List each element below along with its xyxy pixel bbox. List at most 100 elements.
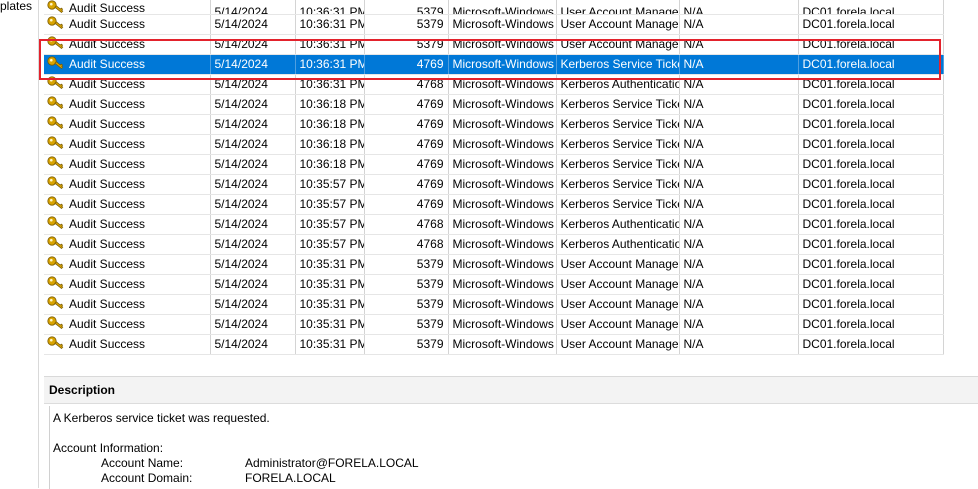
event-source: Microsoft-Windows — [452, 137, 554, 151]
event-row[interactable]: Audit Success 5/14/2024 10:35:57 PM 4768 Mic… — [44, 234, 944, 255]
event-time-cell: 10:35:57 PM — [295, 214, 365, 235]
event-row[interactable]: Audit Success 5/14/2024 10:36:18 PM 4769 Mic… — [44, 154, 944, 175]
event-opcode: N/A — [683, 257, 704, 271]
event-time-cell: 10:36:31 PM — [295, 54, 365, 75]
event-time: 10:36:18 PM — [299, 117, 364, 131]
event-time-cell: 10:36:18 PM — [295, 94, 365, 115]
event-source-cell: Microsoft-Windows — [448, 54, 557, 75]
event-computer: DC01.forela.local — [802, 337, 895, 351]
event-row[interactable]: Audit Success 5/14/2024 10:36:18 PM 4769 Mic… — [44, 114, 944, 135]
event-date-cell: 5/14/2024 — [210, 194, 296, 215]
event-row[interactable]: Audit Success 5/14/2024 10:35:31 PM 5379 Mic… — [44, 294, 944, 315]
event-level-cell: Audit Success — [44, 314, 211, 335]
description-body[interactable]: A Kerberos service ticket was requested.… — [49, 406, 978, 489]
event-computer: DC01.forela.local — [802, 117, 895, 131]
navigation-label[interactable]: plates — [0, 0, 32, 12]
event-task-category: Kerberos Service Ticket — [560, 57, 679, 71]
event-id-cell: 4769 — [364, 114, 449, 135]
description-pane: Description A Kerberos service ticket wa… — [44, 376, 978, 489]
event-date-cell: 5/14/2024 — [210, 254, 296, 275]
event-id-cell: 5379 — [364, 314, 449, 335]
event-date: 5/14/2024 — [214, 177, 268, 191]
event-id-cell: 4768 — [364, 74, 449, 95]
event-time-cell: 10:35:31 PM — [295, 274, 365, 295]
event-computer-cell: DC01.forela.local — [798, 234, 944, 255]
event-row[interactable]: Audit Success 5/14/2024 10:35:57 PM 4768 Mic… — [44, 214, 944, 235]
event-level: Audit Success — [69, 317, 146, 331]
event-source-cell: Microsoft-Windows — [448, 154, 557, 175]
event-row[interactable]: Audit Success 5/14/2024 10:36:18 PM 4769 Mic… — [44, 94, 944, 115]
event-opcode: N/A — [683, 277, 704, 291]
event-row[interactable]: Audit Success 5/14/2024 10:36:31 PM 5379 Mic… — [44, 0, 944, 15]
event-task-category-cell: User Account Manage — [556, 314, 680, 335]
event-level-cell: Audit Success — [44, 234, 211, 255]
key-icon — [47, 0, 64, 14]
key-icon — [47, 216, 64, 230]
event-computer: DC01.forela.local — [802, 37, 895, 51]
event-task-category-cell: User Account Manage — [556, 294, 680, 315]
event-row[interactable]: Audit Success 5/14/2024 10:35:31 PM 5379 Mic… — [44, 274, 944, 295]
event-row[interactable]: Audit Success 5/14/2024 10:36:18 PM 4769 Mic… — [44, 134, 944, 155]
event-row[interactable]: Audit Success 5/14/2024 10:36:31 PM 4768 Mic… — [44, 74, 944, 95]
event-row[interactable]: Audit Success 5/14/2024 10:36:31 PM 5379 Mic… — [44, 34, 944, 55]
event-time-cell: 10:36:31 PM — [295, 74, 365, 95]
key-icon — [47, 236, 64, 250]
event-id: 5379 — [416, 337, 444, 351]
event-row[interactable]: Audit Success 5/14/2024 10:36:31 PM 5379 Mic… — [44, 14, 944, 35]
key-icon — [47, 176, 64, 190]
event-id: 4769 — [416, 97, 444, 111]
account-name-label: Account Name: — [101, 456, 184, 470]
event-opcode: N/A — [683, 97, 704, 111]
event-source: Microsoft-Windows — [452, 177, 554, 191]
event-id-cell: 4769 — [364, 174, 449, 195]
event-level-cell: Audit Success — [44, 174, 211, 195]
event-level: Audit Success — [69, 157, 146, 171]
event-date-cell: 5/14/2024 — [210, 214, 296, 235]
event-time-cell: 10:35:57 PM — [295, 234, 365, 255]
event-computer-cell: DC01.forela.local — [798, 314, 944, 335]
event-time-cell: 10:36:18 PM — [295, 134, 365, 155]
key-icon — [47, 196, 64, 210]
event-time-cell: 10:35:31 PM — [295, 254, 365, 275]
event-opcode: N/A — [683, 157, 704, 171]
event-opcode-cell: N/A — [679, 34, 799, 55]
event-time: 10:35:31 PM — [299, 317, 364, 331]
event-opcode-cell: N/A — [679, 94, 799, 115]
event-time: 10:35:57 PM — [299, 217, 364, 231]
event-task-category-cell: User Account Manage — [556, 274, 680, 295]
event-source: Microsoft-Windows — [452, 277, 554, 291]
event-source: Microsoft-Windows — [452, 17, 554, 31]
event-date: 5/14/2024 — [214, 317, 268, 331]
event-level: Audit Success — [69, 77, 146, 91]
event-opcode-cell: N/A — [679, 154, 799, 175]
event-source: Microsoft-Windows — [452, 297, 554, 311]
event-date: 5/14/2024 — [214, 337, 268, 351]
event-id: 4769 — [416, 177, 444, 191]
event-opcode-cell: N/A — [679, 14, 799, 35]
event-computer-cell: DC01.forela.local — [798, 134, 944, 155]
event-task-category-cell: Kerberos Service Ticket — [556, 194, 680, 215]
event-level: Audit Success — [69, 277, 146, 291]
event-row[interactable]: Audit Success 5/14/2024 10:35:57 PM 4769 Mic… — [44, 194, 944, 215]
key-icon — [47, 336, 64, 350]
event-opcode: N/A — [683, 5, 704, 15]
event-computer-cell: DC01.forela.local — [798, 0, 944, 15]
event-row[interactable]: Audit Success 5/14/2024 10:35:31 PM 5379 Mic… — [44, 254, 944, 275]
event-date-cell: 5/14/2024 — [210, 274, 296, 295]
event-id-cell: 5379 — [364, 254, 449, 275]
event-task-category-cell: Kerberos Service Ticket — [556, 134, 680, 155]
event-row[interactable]: Audit Success 5/14/2024 10:36:31 PM 4769 Mic… — [44, 54, 944, 75]
event-source-cell: Microsoft-Windows — [448, 14, 557, 35]
event-source-cell: Microsoft-Windows — [448, 274, 557, 295]
event-task-category-cell: Kerberos Authenticatio — [556, 214, 680, 235]
event-computer-cell: DC01.forela.local — [798, 34, 944, 55]
event-time: 10:35:31 PM — [299, 297, 364, 311]
key-icon — [47, 36, 64, 50]
event-row[interactable]: Audit Success 5/14/2024 10:35:31 PM 5379 Mic… — [44, 314, 944, 335]
event-level: Audit Success — [69, 217, 146, 231]
event-row[interactable]: Audit Success 5/14/2024 10:35:31 PM 5379 Mic… — [44, 334, 944, 355]
event-row[interactable]: Audit Success 5/14/2024 10:35:57 PM 4769 Mic… — [44, 174, 944, 195]
key-icon — [47, 256, 64, 270]
event-computer-cell: DC01.forela.local — [798, 194, 944, 215]
event-time-cell: 10:36:31 PM — [295, 0, 365, 15]
